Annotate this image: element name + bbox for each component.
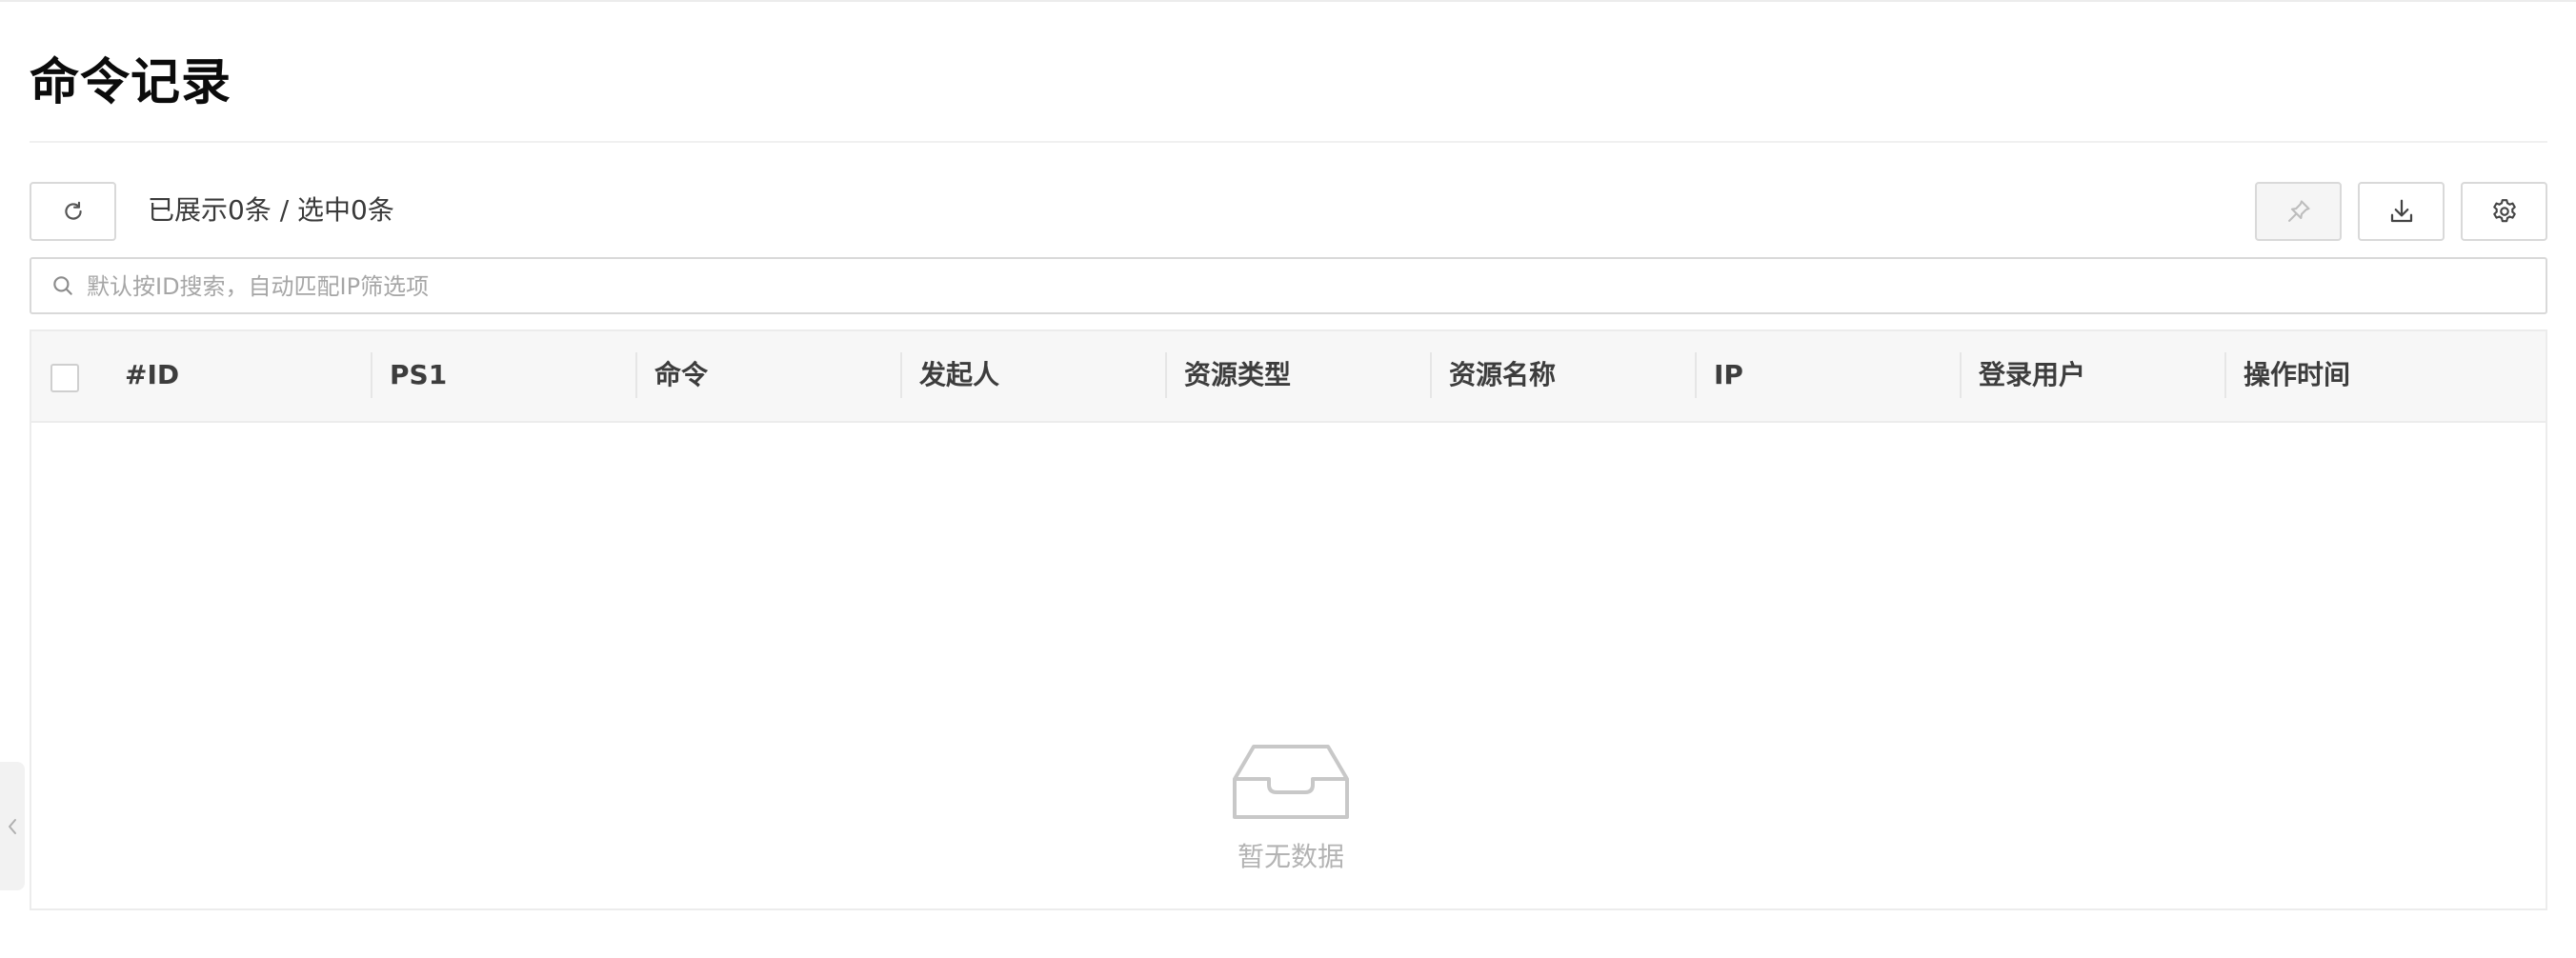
gear-icon [2492,199,2516,223]
search-box[interactable] [30,257,2547,314]
refresh-button[interactable] [30,182,116,241]
column-header-login-user[interactable]: 登录用户 [1979,356,2085,394]
column-header-ps1[interactable]: PS1 [390,356,447,394]
column-header-operation-time[interactable]: 操作时间 [2244,356,2350,394]
sidebar-collapse-toggle[interactable] [0,762,25,890]
column-divider[interactable] [1430,352,1432,398]
column-divider[interactable] [1695,352,1697,398]
table-header: #ID PS1 命令 发起人 资源类型 资源名称 IP 登录用户 操作时间 [31,331,2546,423]
records-table: #ID PS1 命令 发起人 资源类型 资源名称 IP 登录用户 操作时间 暂无… [30,329,2547,910]
empty-inbox-icon [1233,745,1349,819]
empty-state-text: 暂无数据 [1237,841,1344,872]
top-divider [0,0,2576,2]
chevron-left-icon [9,818,16,834]
pin-icon [2287,200,2310,222]
settings-button[interactable] [2461,182,2547,241]
download-icon [2390,199,2412,223]
column-header-initiator[interactable]: 发起人 [919,356,999,394]
column-header-id[interactable]: #ID [125,356,179,394]
page-title: 命令记录 [30,54,232,111]
command-records-page: 命令记录 已展示0条 / 选中0条 默认按ID搜索，自动匹配IP筛选项 #ID … [0,0,2576,958]
empty-state: 暂无数据 [31,423,2546,908]
refresh-icon [64,201,82,220]
column-header-resource-type[interactable]: 资源类型 [1184,356,1291,394]
column-divider[interactable] [2224,352,2226,398]
title-divider [30,141,2547,143]
column-header-resource-name[interactable]: 资源名称 [1449,356,1556,394]
pin-button[interactable] [2255,182,2342,241]
column-header-command[interactable]: 命令 [654,356,708,394]
column-header-ip[interactable]: IP [1714,356,1743,394]
search-input[interactable] [85,265,2527,309]
column-divider[interactable] [1165,352,1167,398]
column-divider[interactable] [635,352,637,398]
download-button[interactable] [2358,182,2445,241]
selection-summary: 已展示0条 / 选中0条 [148,194,394,226]
select-all-checkbox[interactable] [50,364,79,392]
column-divider[interactable] [1960,352,1962,398]
column-divider[interactable] [900,352,902,398]
search-icon [53,276,72,295]
column-divider[interactable] [371,352,372,398]
